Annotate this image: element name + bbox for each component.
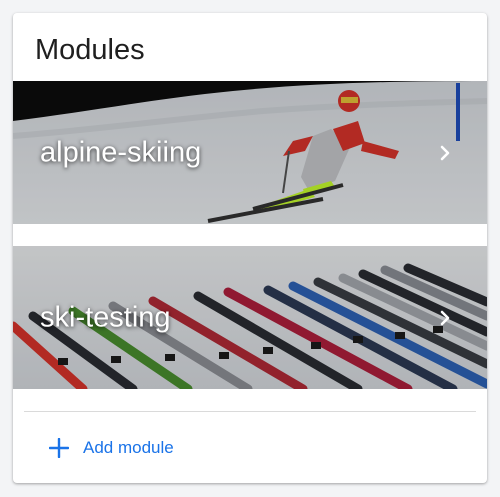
module-label: ski-testing	[40, 301, 171, 333]
divider	[24, 411, 476, 412]
module-ski-testing[interactable]: ski-testing	[13, 246, 487, 389]
chevron-right-icon	[440, 310, 450, 325]
plus-icon	[49, 438, 69, 458]
card-title: Modules	[35, 34, 145, 66]
modules-card: Modules alpine-skiing ski-testing Add mo…	[13, 13, 487, 483]
add-module-label: Add module	[83, 438, 174, 457]
module-alpine-skiing[interactable]: alpine-skiing	[13, 81, 487, 224]
chevron-right-icon	[440, 145, 450, 160]
add-module-button[interactable]: Add module	[49, 431, 174, 465]
module-label: alpine-skiing	[40, 136, 202, 168]
